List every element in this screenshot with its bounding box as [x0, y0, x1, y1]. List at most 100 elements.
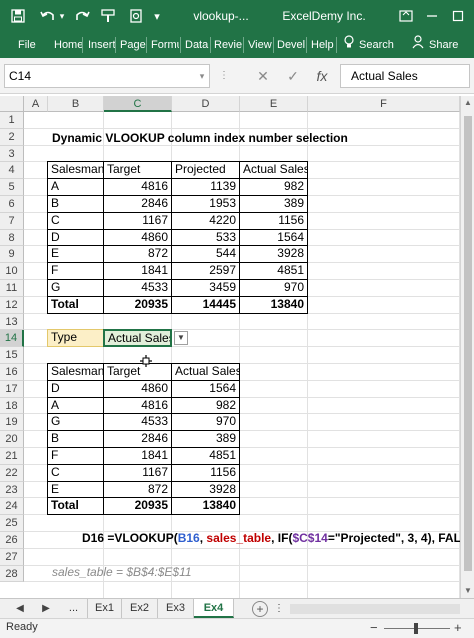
formula-input[interactable]: Actual Sales: [340, 64, 470, 88]
table2-cell[interactable]: 982: [171, 396, 240, 415]
row-header-3[interactable]: 3: [0, 145, 24, 163]
row-header-25[interactable]: 25: [0, 515, 24, 532]
maximize-icon[interactable]: [446, 0, 470, 32]
tab-search[interactable]: Search: [357, 35, 397, 55]
table1-cell[interactable]: E: [47, 245, 104, 264]
table1-cell[interactable]: 1139: [171, 178, 240, 196]
format-painter-icon[interactable]: [96, 0, 120, 32]
table1-total-cell[interactable]: 14445: [171, 295, 240, 314]
column-header-c[interactable]: C: [104, 96, 172, 112]
share-icon[interactable]: [410, 35, 424, 55]
table1-cell[interactable]: 4851: [239, 262, 308, 280]
sheet-tab-ex1[interactable]: Ex1: [88, 599, 122, 618]
table2-cell[interactable]: 1156: [171, 463, 240, 482]
column-header-f[interactable]: F: [308, 96, 460, 112]
print-preview-icon[interactable]: [124, 0, 148, 32]
row-header-11[interactable]: 11: [0, 280, 24, 297]
table1-cell[interactable]: 1841: [103, 262, 172, 280]
row-header-9[interactable]: 9: [0, 246, 24, 264]
table2-cell[interactable]: 872: [103, 480, 172, 499]
table2-cell[interactable]: 4851: [171, 447, 240, 465]
table2-header-cell[interactable]: Target: [103, 363, 172, 381]
table1-cell[interactable]: 970: [239, 279, 308, 297]
column-header-e[interactable]: E: [240, 96, 308, 112]
row-header-16[interactable]: 16: [0, 364, 24, 381]
row-header-17[interactable]: 17: [0, 380, 24, 398]
redo-icon[interactable]: [70, 0, 94, 32]
scroll-up-icon[interactable]: ▲: [461, 96, 474, 110]
row-header-12[interactable]: 12: [0, 296, 24, 314]
tab-formulas[interactable]: Formu: [149, 35, 179, 55]
scroll-down-icon[interactable]: ▼: [461, 584, 474, 598]
tab-view[interactable]: View: [246, 35, 272, 55]
table1-header-cell[interactable]: Projected: [171, 161, 240, 180]
row-header-26[interactable]: 26: [0, 532, 24, 549]
table2-cell[interactable]: 1167: [103, 463, 172, 482]
table2-cell[interactable]: E: [47, 480, 104, 499]
tab-developer[interactable]: Devel: [275, 35, 305, 55]
table1-total-cell[interactable]: 13840: [239, 295, 308, 314]
row-header-18[interactable]: 18: [0, 397, 24, 415]
select-all-corner[interactable]: [0, 96, 24, 112]
sheet-tab-ex4[interactable]: Ex4: [194, 599, 234, 618]
tab-page[interactable]: Page: [118, 35, 146, 55]
row-header-15[interactable]: 15: [0, 347, 24, 364]
enter-icon[interactable]: ✓: [284, 64, 302, 88]
row-header-6[interactable]: 6: [0, 196, 24, 213]
table2-cell[interactable]: 4860: [103, 379, 172, 398]
save-icon[interactable]: [6, 0, 30, 32]
table1-cell[interactable]: 2597: [171, 262, 240, 280]
table2-cell[interactable]: 1841: [103, 447, 172, 465]
row-header-23[interactable]: 23: [0, 481, 24, 499]
table2-cell[interactable]: 2846: [103, 430, 172, 448]
table2-header-cell[interactable]: Actual Sales: [171, 363, 240, 381]
tab-file[interactable]: File: [16, 35, 38, 55]
horizontal-scrollbar[interactable]: [290, 604, 460, 614]
row-header-20[interactable]: 20: [0, 431, 24, 448]
cancel-icon[interactable]: ✕: [254, 64, 272, 88]
table1-cell[interactable]: 1953: [171, 195, 240, 213]
table1-header-cell[interactable]: Salesman: [47, 161, 104, 180]
tab-help[interactable]: Help: [309, 35, 335, 55]
table1-cell[interactable]: 3459: [171, 279, 240, 297]
table1-cell[interactable]: 4220: [171, 211, 240, 230]
row-header-21[interactable]: 21: [0, 448, 24, 465]
table1-cell[interactable]: G: [47, 279, 104, 297]
row-header-24[interactable]: 24: [0, 498, 24, 516]
table2-cell[interactable]: 3928: [171, 480, 240, 499]
table1-cell[interactable]: 544: [171, 245, 240, 264]
table2-cell[interactable]: A: [47, 396, 104, 415]
table1-total-cell[interactable]: 20935: [103, 295, 172, 314]
table2-total-cell[interactable]: 13840: [171, 497, 240, 516]
row-header-8[interactable]: 8: [0, 229, 24, 247]
table1-cell[interactable]: 982: [239, 178, 308, 196]
tab-home[interactable]: Home: [52, 35, 82, 55]
type-label[interactable]: Type: [47, 329, 104, 348]
name-box[interactable]: C14: [4, 64, 210, 88]
row-header-4[interactable]: 4: [0, 162, 24, 180]
column-header-d[interactable]: D: [172, 96, 240, 112]
table1-header-cell[interactable]: Target: [103, 161, 172, 180]
table1-cell[interactable]: F: [47, 262, 104, 280]
name-box-dropdown-icon[interactable]: ▾: [196, 64, 208, 88]
table1-cell[interactable]: A: [47, 178, 104, 196]
table1-cell[interactable]: 389: [239, 195, 308, 213]
table2-total-cell[interactable]: 20935: [103, 497, 172, 516]
table1-cell[interactable]: 3928: [239, 245, 308, 264]
insert-function-icon[interactable]: fx: [312, 64, 332, 88]
table2-cell[interactable]: 1564: [171, 379, 240, 398]
tab-insert[interactable]: Insert: [86, 35, 116, 55]
add-sheet-icon[interactable]: +: [252, 601, 268, 617]
row-header-5[interactable]: 5: [0, 179, 24, 196]
type-dropdown[interactable]: Actual Sales: [103, 329, 172, 348]
sheet-tab-ex3[interactable]: Ex3: [158, 599, 194, 618]
row-header-7[interactable]: 7: [0, 212, 24, 230]
table2-total-cell[interactable]: Total: [47, 497, 104, 516]
table1-cell[interactable]: 4533: [103, 279, 172, 297]
sheet-nav-next-icon[interactable]: ▶: [40, 601, 52, 617]
table2-cell[interactable]: B: [47, 430, 104, 448]
share-button[interactable]: Share: [427, 35, 463, 55]
sheet-tab-more[interactable]: ...: [60, 599, 88, 618]
table2-cell[interactable]: 970: [171, 413, 240, 432]
table1-cell[interactable]: 533: [171, 228, 240, 247]
